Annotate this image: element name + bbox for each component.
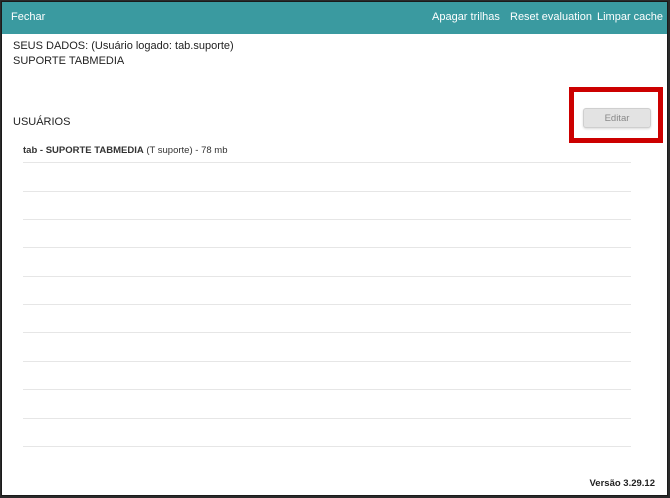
list-divider bbox=[23, 247, 631, 248]
logged-user-name: SUPORTE TABMEDIA bbox=[13, 55, 125, 67]
user-detail: (T suporte) - 78 mb bbox=[143, 145, 228, 156]
reset-evaluation-link[interactable]: Reset evaluation bbox=[510, 11, 592, 23]
list-divider bbox=[23, 389, 631, 390]
clear-trails-link[interactable]: Apagar trilhas bbox=[432, 11, 500, 23]
user-list-item[interactable]: tab - SUPORTE TABMEDIA (T suporte) - 78 … bbox=[23, 145, 227, 156]
edit-button[interactable]: Editar bbox=[583, 108, 651, 128]
close-link[interactable]: Fechar bbox=[11, 11, 45, 23]
list-divider bbox=[23, 304, 631, 305]
list-divider bbox=[23, 162, 631, 163]
list-divider bbox=[23, 219, 631, 220]
main-content: SEUS DADOS: (Usuário logado: tab.suporte… bbox=[2, 34, 667, 495]
clear-cache-link[interactable]: Limpar cache bbox=[597, 11, 663, 23]
version-label: Versão 3.29.12 bbox=[589, 478, 656, 489]
user-display-name: SUPORTE TABMEDIA bbox=[45, 145, 144, 156]
list-divider bbox=[23, 446, 631, 447]
list-divider bbox=[23, 191, 631, 192]
user-login: tab bbox=[23, 145, 38, 156]
list-divider bbox=[23, 418, 631, 419]
users-section-title: USUÁRIOS bbox=[13, 116, 71, 128]
list-divider bbox=[23, 276, 631, 277]
list-divider bbox=[23, 332, 631, 333]
user-data-heading: SEUS DADOS: (Usuário logado: tab.suporte… bbox=[13, 40, 234, 52]
list-divider bbox=[23, 361, 631, 362]
top-bar: Fechar Apagar trilhas Reset evaluation L… bbox=[2, 2, 667, 34]
settings-window: Fechar Apagar trilhas Reset evaluation L… bbox=[1, 1, 668, 496]
user-separator: - bbox=[37, 145, 46, 156]
